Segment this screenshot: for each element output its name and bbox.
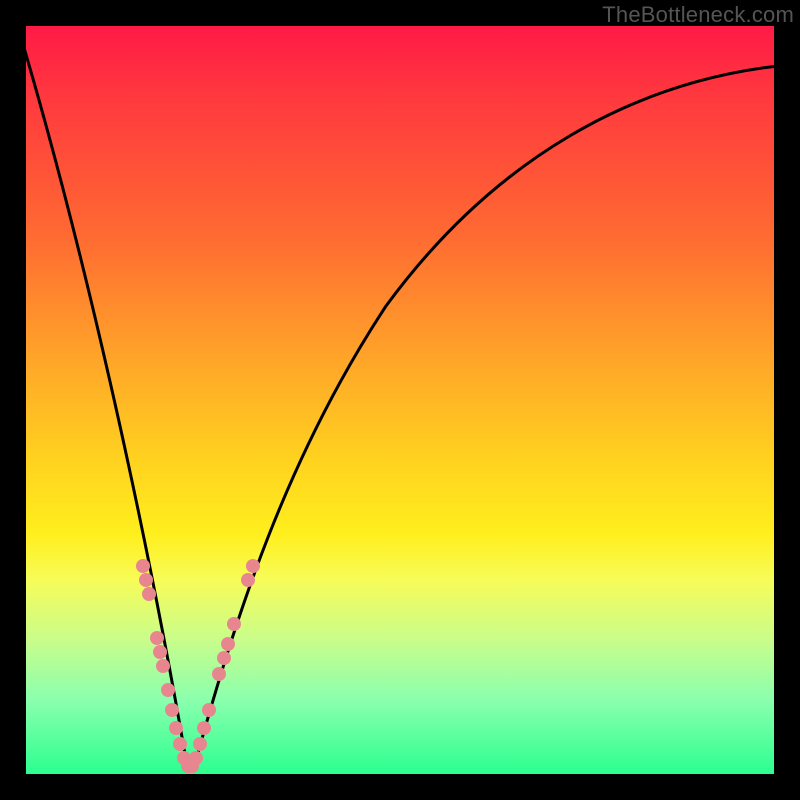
dot-group: [136, 559, 260, 773]
highlight-dot: [212, 667, 226, 681]
plot-area: [26, 26, 774, 774]
highlight-dot: [189, 751, 203, 765]
highlight-dot: [169, 721, 183, 735]
watermark-text: TheBottleneck.com: [602, 2, 794, 28]
highlight-dot: [221, 637, 235, 651]
highlight-dot: [185, 759, 199, 773]
highlight-dot: [136, 559, 150, 573]
highlight-dot: [193, 737, 207, 751]
highlight-dot: [139, 573, 153, 587]
highlight-dots: [26, 26, 774, 774]
bottleneck-curve: [26, 26, 774, 774]
highlight-dot: [165, 703, 179, 717]
highlight-dot: [156, 659, 170, 673]
highlight-dot: [217, 651, 231, 665]
highlight-dot: [150, 631, 164, 645]
highlight-dot: [241, 573, 255, 587]
highlight-dot: [202, 703, 216, 717]
highlight-dot: [173, 737, 187, 751]
chart-frame: TheBottleneck.com: [0, 0, 800, 800]
highlight-dot: [227, 617, 241, 631]
highlight-dot: [197, 721, 211, 735]
highlight-dot: [161, 683, 175, 697]
highlight-dot: [142, 587, 156, 601]
highlight-dot: [246, 559, 260, 573]
highlight-dot: [181, 759, 195, 773]
highlight-dot: [153, 645, 167, 659]
highlight-dot: [177, 751, 191, 765]
curve-path: [26, 26, 774, 769]
